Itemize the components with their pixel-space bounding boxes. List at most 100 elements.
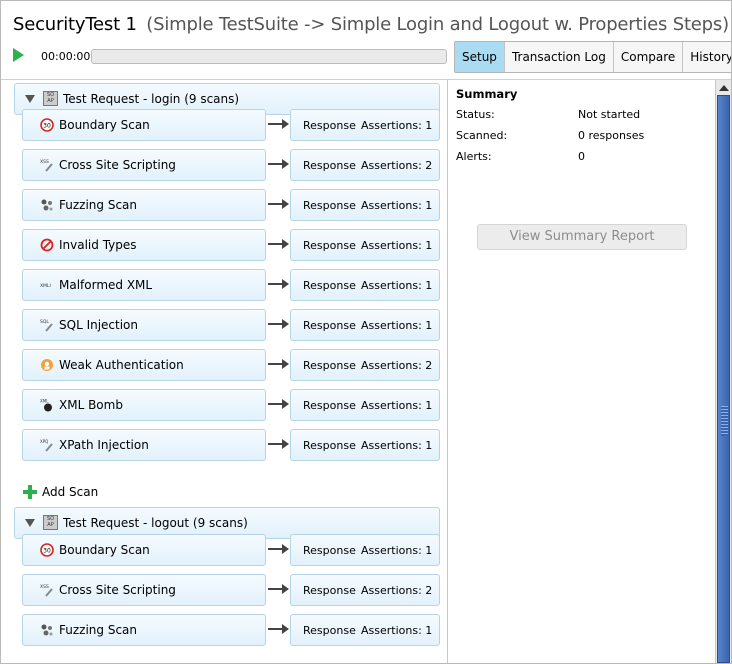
assertion-box[interactable]: Response Assertions: 1 — [290, 389, 440, 421]
svg-text:30: 30 — [43, 123, 51, 130]
plus-icon — [23, 485, 37, 499]
assertion-count: Assertions: 1 — [361, 624, 433, 637]
response-label: Response — [303, 399, 356, 412]
assertion-count: Assertions: 1 — [361, 399, 433, 412]
boundary-icon: 30 — [40, 118, 54, 132]
assertion-box[interactable]: Response Assertions: 1 — [290, 534, 440, 566]
svg-text:XML: XML — [40, 399, 49, 404]
scrollbar-thumb[interactable] — [717, 95, 730, 663]
arrow-right-icon — [268, 278, 290, 290]
scan-label: Boundary Scan — [59, 118, 150, 132]
scroll-up-icon[interactable] — [719, 85, 729, 91]
arrow-right-icon — [268, 238, 290, 250]
response-label: Response — [303, 439, 356, 452]
scan-item[interactable]: Invalid Types — [22, 229, 266, 261]
scan-label: Invalid Types — [59, 238, 137, 252]
response-label: Response — [303, 279, 356, 292]
soap-request-icon: SO AP — [43, 91, 58, 106]
scan-label: SQL Injection — [59, 318, 139, 332]
response-label: Response — [303, 624, 356, 637]
assertion-box[interactable]: Response Assertions: 1 — [290, 614, 440, 646]
sql-injection-icon: SQL — [40, 318, 54, 332]
svg-text:XPQ: XPQ — [40, 439, 48, 444]
assertion-box[interactable]: Response Assertions: 1 — [290, 429, 440, 461]
assertion-box[interactable]: Response Assertions: 2 — [290, 149, 440, 181]
window-title: SecurityTest 1 (Simple TestSuite -> Simp… — [13, 14, 729, 35]
assertion-box[interactable]: Response Assertions: 1 — [290, 269, 440, 301]
scan-item[interactable]: 30 Boundary Scan — [22, 109, 266, 141]
test-path: (Simple TestSuite -> Simple Login and Lo… — [146, 14, 729, 35]
boundary-icon: 30 — [40, 543, 54, 557]
xpath-icon: XPQ — [40, 438, 54, 452]
scan-item[interactable]: XML XML Bomb — [22, 389, 266, 421]
assertion-count: Assertions: 1 — [361, 239, 433, 252]
response-label: Response — [303, 359, 356, 372]
response-label: Response — [303, 119, 356, 132]
add-scan-label: Add Scan — [42, 485, 99, 499]
tab-transaction-log[interactable]: Transaction Log — [505, 42, 614, 72]
scan-label: Cross Site Scripting — [59, 583, 176, 597]
elapsed-time: 00:00:00 — [41, 50, 91, 63]
test-request-label: Test Request - logout (9 scans) — [63, 516, 248, 530]
tab-history[interactable]: History — [683, 42, 731, 72]
alerts-value: 0 — [578, 150, 585, 163]
tab-setup[interactable]: Setup — [455, 42, 505, 72]
scan-item[interactable]: Fuzzing Scan — [22, 189, 266, 221]
arrow-right-icon — [268, 398, 290, 410]
malformed-xml-icon: XMLI — [40, 278, 54, 292]
svg-text:XSS: XSS — [40, 159, 49, 165]
xml-bomb-icon: XML — [40, 398, 54, 412]
tab-compare[interactable]: Compare — [614, 42, 684, 72]
assertion-box[interactable]: Response Assertions: 1 — [290, 109, 440, 141]
xss-icon: XSS — [40, 158, 54, 172]
scan-label: Cross Site Scripting — [59, 158, 176, 172]
response-label: Response — [303, 544, 356, 557]
scan-item[interactable]: XSS Cross Site Scripting — [22, 149, 266, 181]
svg-text:XMLI: XMLI — [40, 283, 51, 289]
assertion-box[interactable]: Response Assertions: 1 — [290, 229, 440, 261]
assertion-box[interactable]: Response Assertions: 2 — [290, 574, 440, 606]
scan-item[interactable]: Weak Authentication — [22, 349, 266, 381]
scan-label: Fuzzing Scan — [59, 623, 137, 637]
scan-label: Weak Authentication — [59, 358, 184, 372]
scan-item[interactable]: Fuzzing Scan — [22, 614, 266, 646]
summary-panel: Summary Status: Not started Scanned: 0 r… — [448, 80, 715, 663]
assertion-box[interactable]: Response Assertions: 1 — [290, 309, 440, 341]
arrow-right-icon — [268, 118, 290, 130]
play-icon[interactable] — [13, 48, 24, 62]
assertion-count: Assertions: 1 — [361, 119, 433, 132]
assertion-count: Assertions: 2 — [361, 159, 433, 172]
arrow-right-icon — [268, 438, 290, 450]
scan-label: XPath Injection — [59, 438, 149, 452]
assertion-count: Assertions: 2 — [361, 584, 433, 597]
summary-title: Summary — [456, 87, 518, 101]
scan-item[interactable]: 30 Boundary Scan — [22, 534, 266, 566]
response-label: Response — [303, 199, 356, 212]
scan-label: Fuzzing Scan — [59, 198, 137, 212]
collapse-triangle-icon[interactable] — [25, 95, 35, 103]
collapse-triangle-icon[interactable] — [25, 519, 35, 527]
arrow-right-icon — [268, 583, 290, 595]
arrow-right-icon — [268, 543, 290, 555]
assertion-box[interactable]: Response Assertions: 2 — [290, 349, 440, 381]
alerts-label: Alerts: — [456, 150, 492, 163]
scan-item[interactable]: XPQ XPath Injection — [22, 429, 266, 461]
soap-request-icon: SO AP — [43, 515, 58, 530]
scan-label: Malformed XML — [59, 278, 153, 292]
security-test-window: SecurityTest 1 (Simple TestSuite -> Simp… — [0, 0, 732, 664]
assertion-count: Assertions: 1 — [361, 279, 433, 292]
arrow-right-icon — [268, 623, 290, 635]
svg-text:SQL: SQL — [40, 319, 49, 325]
test-name: SecurityTest 1 — [13, 14, 137, 35]
assertion-count: Assertions: 1 — [361, 439, 433, 452]
view-summary-report-button[interactable]: View Summary Report — [477, 224, 687, 250]
assertion-box[interactable]: Response Assertions: 1 — [290, 189, 440, 221]
grip-icon — [721, 406, 728, 436]
vertical-scrollbar[interactable] — [715, 80, 731, 663]
scanned-label: Scanned: — [456, 129, 508, 142]
scan-item[interactable]: XMLI Malformed XML — [22, 269, 266, 301]
scan-item[interactable]: XSS Cross Site Scripting — [22, 574, 266, 606]
response-label: Response — [303, 159, 356, 172]
scan-item[interactable]: SQL SQL Injection — [22, 309, 266, 341]
status-value: Not started — [578, 108, 641, 121]
